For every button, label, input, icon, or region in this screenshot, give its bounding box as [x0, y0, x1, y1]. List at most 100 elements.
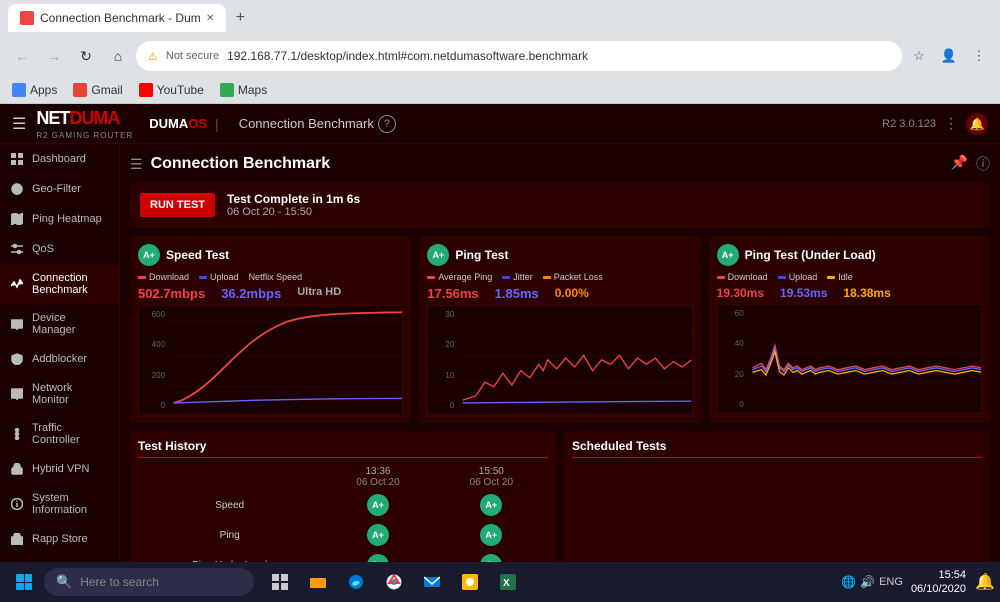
taskbar-photos[interactable] [452, 564, 488, 600]
test-date: 06 Oct 20 - 15:50 [227, 206, 360, 218]
speed-grade-badge-1: A+ [367, 494, 389, 516]
page-header: ☰ Connection Benchmark 📌 ⓘ [130, 154, 990, 174]
browser-tab[interactable]: Connection Benchmark - Duma... ✕ [8, 4, 226, 32]
win-quad-tl [16, 574, 24, 582]
sidebar-item-addblocker[interactable]: Addblocker [0, 344, 119, 374]
apps-icon [12, 83, 26, 97]
notifications-button[interactable]: 🔔 [966, 113, 988, 135]
address-bar[interactable]: ⚠ Not secure 192.168.77.1/desktop/index.… [136, 41, 902, 71]
tab-favicon [20, 11, 34, 25]
netflix-label: Netflix Speed [249, 272, 303, 282]
dl-load-value-group: 19.30ms [717, 286, 764, 300]
more-options-button[interactable]: ⋮ [944, 115, 958, 132]
star-bookmark-button[interactable]: ☆ [906, 43, 932, 69]
pin-button[interactable]: 📌 [951, 154, 968, 174]
sidebar-item-qos[interactable]: QoS [0, 234, 119, 264]
help-circle-button[interactable]: ⓘ [976, 154, 990, 174]
ul-load-color [778, 276, 786, 279]
bookmark-youtube-label: YouTube [157, 83, 204, 97]
taskbar-file-explorer[interactable] [300, 564, 336, 600]
win-quad-br [25, 583, 33, 591]
idle-color [827, 276, 835, 279]
page-name-label: Connection Benchmark [239, 116, 374, 131]
sidebar-item-network-monitor[interactable]: Network Monitor [0, 374, 119, 414]
taskbar-task-view[interactable] [262, 564, 298, 600]
netflix-value-group: Ultra HD [297, 286, 341, 301]
ping-load-grade-badge-1: A+ [367, 554, 389, 562]
system-clock[interactable]: 15:54 06/10/2020 [911, 568, 966, 597]
logo-duma: DUMA [69, 108, 119, 129]
sidebar-item-rapp-store[interactable]: Rapp Store [0, 524, 119, 554]
idle-load-value: 18.38ms [843, 286, 890, 300]
avg-ping-legend-label: Average Ping [438, 272, 492, 282]
history-table: 13:3606 Oct 20 15:5006 Oct 20 Speed A+ A… [138, 464, 548, 562]
sidebar-item-traffic-controller[interactable]: Traffic Controller [0, 414, 119, 454]
sidebar-item-geo-filter[interactable]: Geo-Filter [0, 174, 119, 204]
security-warning: ⚠ [148, 50, 158, 63]
taskbar-apps: X [262, 564, 526, 600]
dl-load-value: 19.30ms [717, 286, 764, 300]
ping-under-load-card: A+ Ping Test (Under Load) Download Uploa… [709, 236, 990, 423]
upload-value-group: 36.2mbps [221, 286, 281, 301]
new-tab-button[interactable]: + [226, 4, 254, 32]
run-test-button[interactable]: RUN TEST [140, 193, 215, 217]
back-button[interactable]: ← [8, 42, 36, 70]
bookmark-maps[interactable]: Maps [220, 83, 267, 97]
sidebar-item-dashboard[interactable]: Dashboard [0, 144, 119, 174]
url-text: 192.168.77.1/desktop/index.html#com.netd… [227, 49, 588, 63]
sidebar-item-network-settings[interactable]: Network Settings [0, 554, 119, 562]
sidebar-item-device-manager[interactable]: Device Manager [0, 304, 119, 344]
test-status: Test Complete in 1m 6s [227, 192, 360, 206]
ping-grade-badge: A+ [427, 244, 449, 266]
sidebar-label-qos: QoS [32, 243, 54, 255]
download-value: 502.7mbps [138, 286, 205, 301]
y-label-0-ping: 0 [430, 401, 454, 410]
taskbar-chrome[interactable] [376, 564, 412, 600]
scheduled-title: Scheduled Tests [572, 439, 982, 458]
history-row-speed: Speed A+ A+ [138, 490, 548, 520]
y-label-0-load: 0 [720, 400, 744, 409]
sliders-icon [10, 242, 24, 256]
speed-chart-area: 600 400 200 0 [138, 305, 403, 415]
ping-load-chart-area: 60 40 20 0 [717, 304, 982, 414]
account-button[interactable]: 👤 [936, 43, 962, 69]
action-center-button[interactable]: 🔔 [974, 571, 996, 593]
bookmark-apps-label: Apps [30, 83, 57, 97]
volume-tray-icon[interactable]: 🔊 [860, 575, 875, 589]
sidebar-item-connection-benchmark[interactable]: Connection Benchmark [0, 264, 119, 304]
traffic-icon [10, 427, 24, 441]
ping-load-row-label: Ping Under Load [138, 550, 321, 562]
taskbar-mail[interactable] [414, 564, 450, 600]
sidebar-label-network-monitor: Network Monitor [32, 382, 109, 406]
avg-ping-legend: Average Ping [427, 272, 492, 282]
sidebar-item-hybrid-vpn[interactable]: Hybrid VPN [0, 454, 119, 484]
start-button[interactable] [4, 562, 44, 602]
menu-button[interactable]: ⋮ [966, 43, 992, 69]
windows-logo [16, 574, 32, 590]
forward-button[interactable]: → [40, 42, 68, 70]
taskbar-edge[interactable] [338, 564, 374, 600]
home-button[interactable]: ⌂ [104, 42, 132, 70]
sidebar-item-ping-heatmap[interactable]: Ping Heatmap [0, 204, 119, 234]
test-section: RUN TEST Test Complete in 1m 6s 06 Oct 2… [130, 182, 990, 228]
bookmark-apps[interactable]: Apps [12, 83, 57, 97]
sidebar-item-system-information[interactable]: System Information [0, 484, 119, 524]
search-placeholder: Here to search [80, 575, 159, 589]
page-menu-icon[interactable]: ☰ [130, 156, 143, 173]
refresh-button[interactable]: ↻ [72, 42, 100, 70]
avg-ping-color [427, 276, 435, 279]
y-label-20: 20 [720, 370, 744, 379]
sidebar-label-addblocker: Addblocker [32, 353, 87, 365]
bookmark-youtube[interactable]: YouTube [139, 83, 204, 97]
tab-close-button[interactable]: ✕ [206, 13, 214, 24]
help-button[interactable]: ? [378, 115, 396, 133]
sidebar-toggle-button[interactable]: ☰ [12, 114, 26, 134]
network-tray-icon[interactable]: 🌐 [841, 575, 856, 589]
taskbar-excel[interactable]: X [490, 564, 526, 600]
dl-load-color [717, 276, 725, 279]
bookmark-gmail[interactable]: Gmail [73, 83, 122, 97]
windows-search-box[interactable]: 🔍 Here to search [44, 568, 254, 596]
dashboard-icon [10, 152, 24, 166]
jitter-legend-label: Jitter [513, 272, 533, 282]
windows-taskbar: 🔍 Here to search X 🌐 🔊 ENG [0, 562, 1000, 602]
